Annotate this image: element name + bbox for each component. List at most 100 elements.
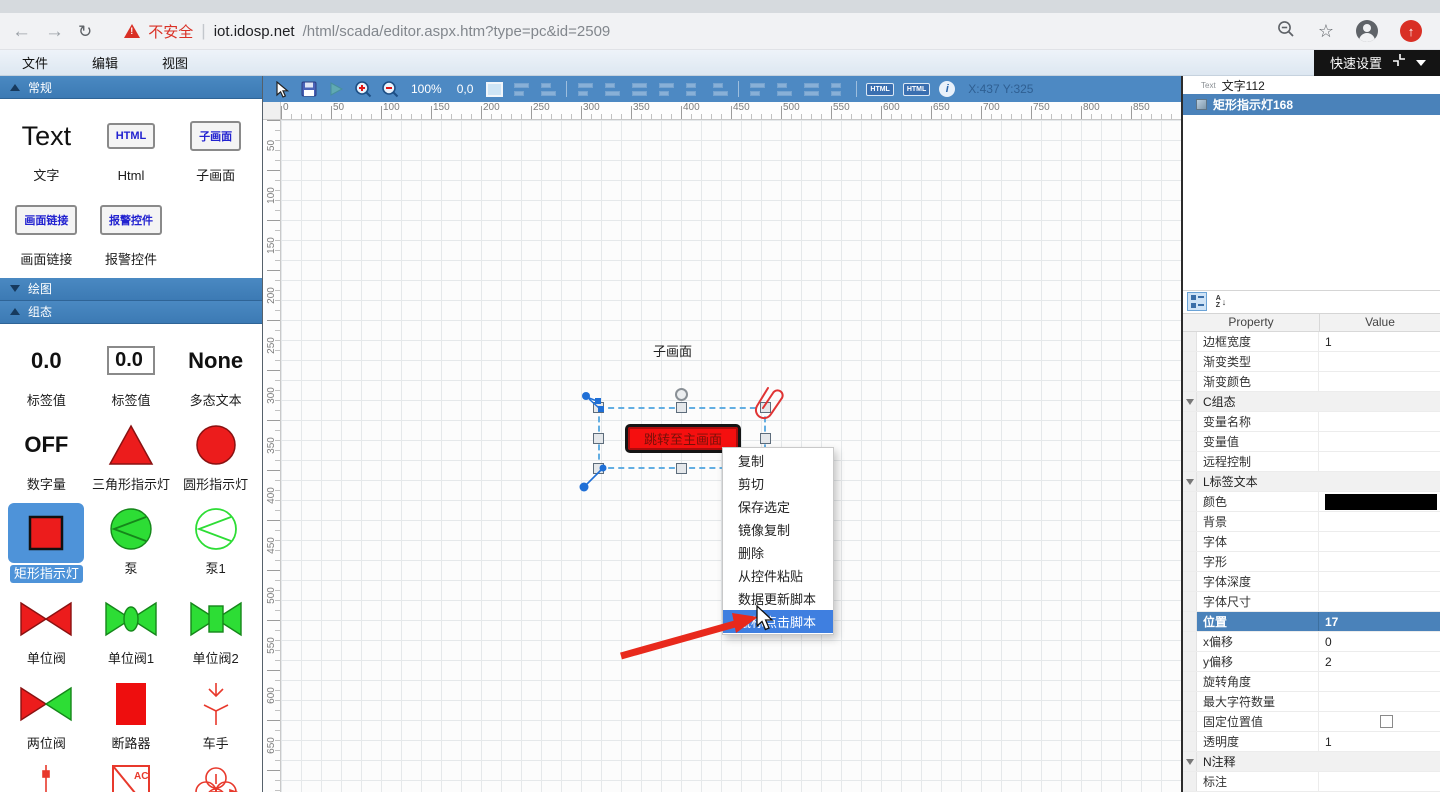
property-value[interactable]: 1 [1319,332,1440,351]
property-row[interactable]: 背景 [1183,512,1440,532]
palette-item-inverter[interactable]: ACDC 逆变器 [89,759,174,792]
palette-item-knife-switch[interactable]: 刀闸 [4,759,89,792]
palette-item-breaker[interactable]: 断路器 [89,675,174,755]
property-column-header[interactable]: Property [1183,314,1320,331]
align-middle-icon[interactable] [684,80,702,98]
zoom-out-page-icon[interactable] [1276,19,1296,44]
reload-icon[interactable]: ↻ [78,23,92,40]
property-value[interactable] [1319,692,1440,711]
property-row[interactable]: C组态 [1183,392,1440,412]
resize-handle-w[interactable] [593,433,604,444]
subscreen-text[interactable]: 子画面 [653,341,692,360]
context-menu-item[interactable]: 剪切 [723,472,833,495]
property-value[interactable] [1319,512,1440,531]
value-column-header[interactable]: Value [1320,314,1440,331]
property-value[interactable] [1319,752,1440,771]
context-menu-item[interactable]: 数据更新脚本 [723,587,833,610]
property-row[interactable]: 固定位置值 [1183,712,1440,732]
property-row[interactable]: 远程控制 [1183,452,1440,472]
property-row[interactable]: 字体深度 [1183,572,1440,592]
property-value[interactable] [1319,372,1440,391]
menu-item[interactable]: 编辑 [70,53,140,72]
context-menu-item[interactable]: 从控件粘贴 [723,564,833,587]
bookmark-star-icon[interactable]: ☆ [1318,21,1334,42]
property-row[interactable]: 字形 [1183,552,1440,572]
rotate-handle[interactable] [675,388,688,401]
canvas-settings-icon[interactable] [485,80,503,98]
quick-settings-bar[interactable]: 快速设置 [1314,50,1440,76]
menu-item[interactable]: 文件 [0,53,70,72]
property-row[interactable]: 旋转角度 [1183,672,1440,692]
same-width-icon[interactable] [748,80,766,98]
palette-item-pump1[interactable]: 泵1 [173,500,258,586]
property-value[interactable]: 17 [1319,612,1440,631]
align-center-icon[interactable] [603,80,621,98]
property-row[interactable]: 字体尺寸 [1183,592,1440,612]
property-row[interactable]: 标注 [1183,772,1440,792]
profile-avatar-icon[interactable] [1356,20,1378,42]
property-row[interactable]: 最大字符数量 [1183,692,1440,712]
property-row[interactable]: 字体 [1183,532,1440,552]
palette-item-circle-light[interactable]: 圆形指示灯 [173,416,258,496]
url-path[interactable]: /html/scada/editor.aspx.htm?type=pc&id=2… [303,23,611,40]
palette-item-pt[interactable]: PT [173,759,258,792]
run-icon[interactable] [327,80,345,98]
same-size-icon[interactable] [802,80,820,98]
palette-item-multistate-text[interactable]: None 多态文本 [173,332,258,412]
resize-handle-s[interactable] [676,463,687,474]
property-value[interactable] [1319,352,1440,371]
back-icon[interactable]: ← [12,22,31,41]
palette-item-alarm[interactable]: 报警控件 报警控件 [89,191,174,271]
browser-update-icon[interactable]: ↑ [1400,20,1422,42]
design-canvas[interactable]: 子画面 跳转至主画面 [281,120,1181,792]
menu-item[interactable]: 视图 [140,53,210,72]
url-domain[interactable]: iot.idosp.net [214,23,295,40]
property-value[interactable] [1319,412,1440,431]
palette-section-config[interactable]: 组态 [0,301,262,324]
palette-section-drawing[interactable]: 绘图 [0,278,262,301]
property-value[interactable] [1319,672,1440,691]
palette-item-valve2[interactable]: 单位阀2 [173,590,258,670]
property-row[interactable]: 渐变类型 [1183,352,1440,372]
palette-item-text[interactable]: Text 文字 [4,107,89,187]
context-menu-item[interactable]: 保存选定 [723,495,833,518]
property-row[interactable]: 边框宽度 1 [1183,332,1440,352]
property-value[interactable] [1319,592,1440,611]
align-top-icon[interactable] [657,80,675,98]
palette-item-screen-link[interactable]: 画面链接 画面链接 [4,191,89,271]
property-row[interactable]: 变量名称 [1183,412,1440,432]
palette-item-digital[interactable]: OFF 数字量 [4,416,89,496]
group-icon[interactable] [512,80,530,98]
context-menu-item[interactable]: 鼠标点击脚本 [723,610,833,633]
property-value[interactable] [1319,392,1440,411]
info-icon[interactable]: i [939,81,955,97]
align-right-icon[interactable] [630,80,648,98]
export-html-icon[interactable]: HTML [866,83,893,96]
zoom-in-icon[interactable] [354,80,372,98]
property-value[interactable]: 0 [1319,632,1440,651]
property-value[interactable] [1319,432,1440,451]
same-height-icon[interactable] [775,80,793,98]
property-value[interactable] [1319,572,1440,591]
property-value[interactable] [1319,472,1440,491]
resize-handle-n[interactable] [676,402,687,413]
ungroup-icon[interactable] [539,80,557,98]
align-bottom-icon[interactable] [711,80,729,98]
property-row[interactable]: N注释 [1183,752,1440,772]
address-bar[interactable]: 不安全 | iot.idosp.net /html/scada/editor.a… [106,21,1262,42]
property-value[interactable] [1319,772,1440,791]
palette-item-valve1[interactable]: 单位阀1 [89,590,174,670]
palette-item-handle[interactable]: 车手 [173,675,258,755]
compress-panel-icon[interactable] [1392,53,1406,72]
align-left-icon[interactable] [576,80,594,98]
resize-handle-sw[interactable] [593,463,604,474]
cursor-tool-icon[interactable] [273,80,291,98]
object-item-text[interactable]: Text 文字112 [1183,76,1440,94]
property-row[interactable]: 变量值 [1183,432,1440,452]
resize-handle-e[interactable] [760,433,771,444]
palette-section-general[interactable]: 常规 [0,76,262,99]
palette-item-tag-value[interactable]: 0.0 标签值 [4,332,89,412]
forward-icon[interactable]: → [45,22,64,41]
context-menu-item[interactable]: 删除 [723,541,833,564]
property-value[interactable]: 2 [1319,652,1440,671]
